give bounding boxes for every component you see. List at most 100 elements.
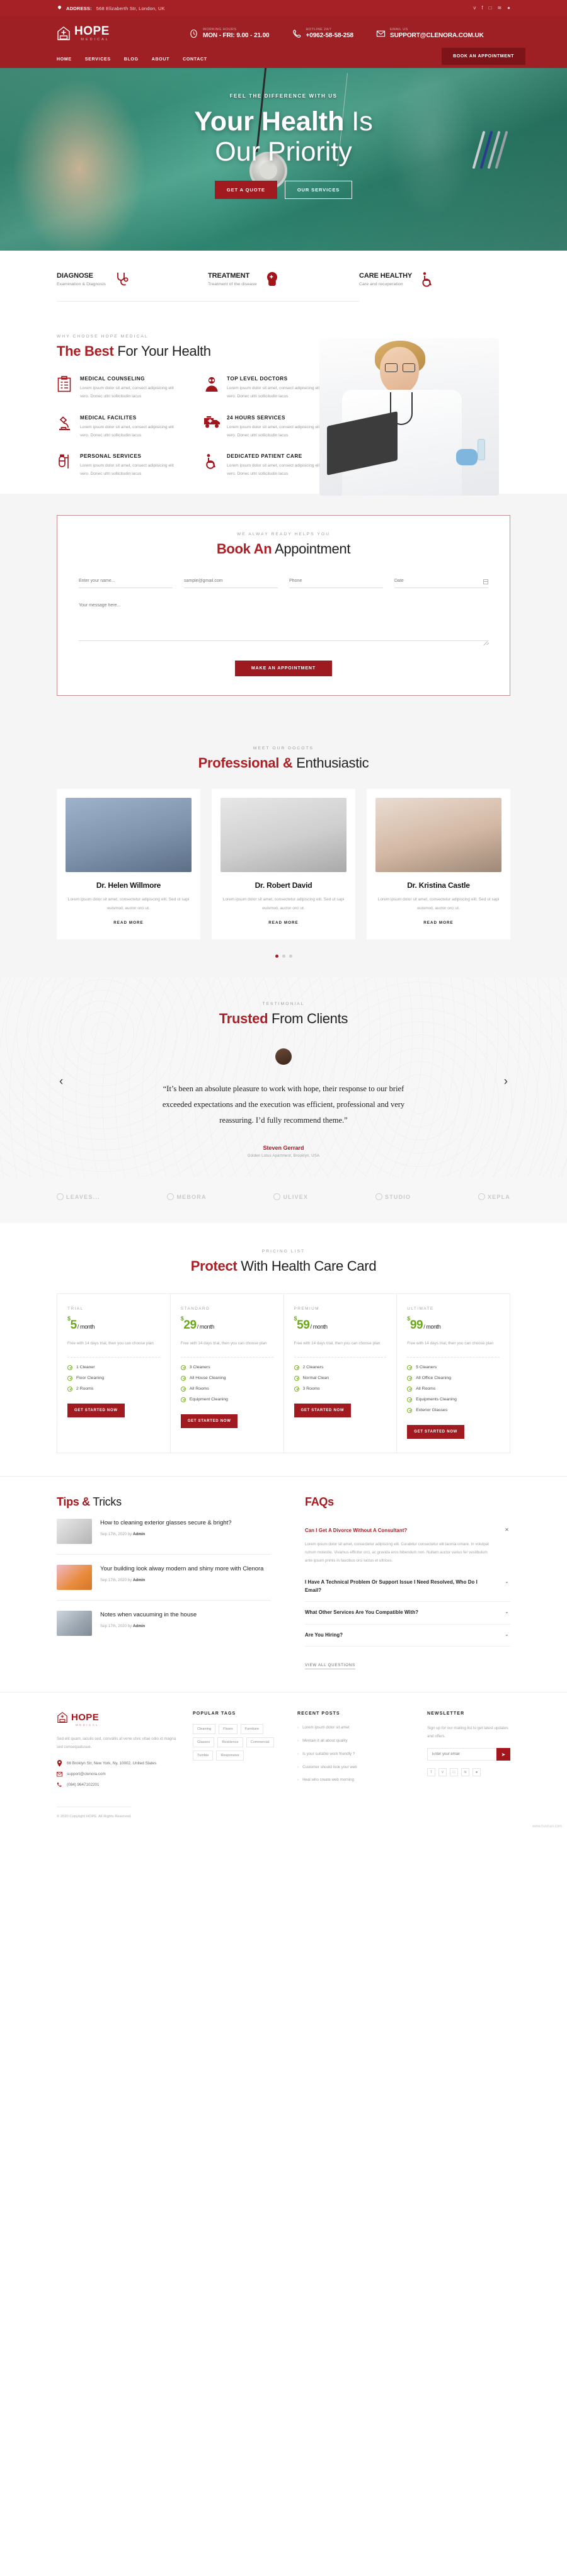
tag-item[interactable]: Furniture (240, 1724, 264, 1735)
facebook-icon[interactable]: f (481, 6, 483, 11)
chevron-down-icon[interactable]: ⌄ (503, 1579, 510, 1584)
price-period: / month (77, 1324, 95, 1331)
recent-post-item[interactable]: Heal who create web morning (297, 1776, 411, 1784)
tag-item[interactable]: Floors (219, 1724, 238, 1735)
brand-logo-mebora[interactable]: MEBORA (167, 1193, 206, 1201)
carousel-dot-3[interactable] (289, 955, 292, 958)
carousel-dot-2[interactable] (282, 955, 285, 958)
doctor-card[interactable]: Dr. Helen Willmore Lorem ipsum dolor sit… (57, 789, 200, 940)
doctor-card[interactable]: Dr. Kristina Castle Lorem ipsum dolor si… (367, 789, 510, 940)
footer-contact-email[interactable]: support@clenora.com (57, 1772, 176, 1777)
carousel-dot-1[interactable] (275, 955, 278, 958)
testimonial-prev-arrow[interactable]: ‹ (59, 1075, 63, 1089)
rss-icon[interactable]: ≋ (497, 6, 501, 11)
read-more-link[interactable]: READ MORE (268, 921, 298, 925)
get-a-quote-button[interactable]: GET A QUOTE (214, 181, 277, 200)
testimonial-next-arrow[interactable]: › (504, 1075, 508, 1089)
nav-item-blog[interactable]: BLOG (124, 54, 139, 65)
faq-item[interactable]: Are You Hiring? ⌄ (305, 1625, 510, 1647)
feature-treatment[interactable]: TREATMENT Treatment of the disease (208, 271, 359, 302)
why-item-medical-facilites[interactable]: MEDICAL FACILITES Lorem ipsum dolor sit … (57, 415, 181, 440)
read-more-link[interactable]: READ MORE (113, 921, 143, 925)
instagram-icon[interactable]: □ (450, 1768, 458, 1777)
footer-newsletter-column: NEWSLETTER Sign up for our mailing list … (427, 1711, 510, 1792)
rss-icon[interactable]: ≋ (461, 1768, 469, 1777)
nav-item-home[interactable]: HOME (57, 54, 72, 70)
blog-post-item[interactable]: How to cleaning exterior glasses secure … (57, 1509, 271, 1555)
nav-item-about[interactable]: ABOUT (152, 54, 169, 65)
feature-diagnose[interactable]: DIAGNOSE Examination & Diagnosis (57, 271, 208, 302)
main-nav[interactable]: HOME SERVICES BLOG ABOUT CONTACT (57, 50, 207, 70)
recent-post-item[interactable]: Is your suitable work friendly ? (297, 1750, 411, 1758)
doctors-section: MEET OUR DOCOTS Professional & Enthusias… (0, 725, 567, 977)
why-item-top-level-doctors[interactable]: TOP LEVEL DOCTORS Lorem ipsum dolor sit … (203, 376, 328, 401)
newsletter-email-input[interactable] (427, 1748, 496, 1761)
social-links[interactable]: ᴠ f □ ≋ ● (473, 6, 510, 11)
get-started-button[interactable]: GET STARTED NOW (294, 1403, 352, 1417)
make-appointment-button[interactable]: MAKE AN APPOINTMENT (234, 661, 333, 677)
tag-item[interactable]: Cleaning (193, 1724, 216, 1735)
tag-item[interactable]: Residence (217, 1737, 243, 1748)
header-info-hotline: HOTLINE 24/7 +0962-58-58-258 (292, 28, 353, 39)
recent-post-item[interactable]: Mentain it all about quality (297, 1737, 411, 1745)
twitter-icon[interactable]: ᴠ (473, 6, 476, 11)
nav-item-contact[interactable]: CONTACT (183, 54, 207, 65)
newsletter-submit-button[interactable]: ➤ (496, 1748, 510, 1761)
footer-social-links[interactable]: f ᴠ □ ≋ ● (427, 1768, 510, 1777)
date-input[interactable] (394, 576, 488, 589)
faq-question[interactable]: Are You Hiring? (305, 1631, 495, 1639)
tag-item[interactable]: Commercial (246, 1737, 274, 1748)
message-textarea[interactable] (79, 603, 488, 642)
twitter-icon[interactable]: ᴠ (438, 1768, 447, 1777)
resize-handle-icon[interactable] (482, 636, 488, 642)
footer-logo[interactable]: HOPE MEDICAL (57, 1711, 176, 1727)
dribbble-icon[interactable]: ● (507, 6, 510, 11)
brand-logo-studio[interactable]: STUDIO (375, 1193, 411, 1201)
feature-care-healthy[interactable]: CARE HEALTHY Care and recuperation (359, 271, 510, 302)
dribbble-icon[interactable]: ● (472, 1768, 481, 1777)
phone-input[interactable] (289, 576, 383, 589)
carousel-dots[interactable] (57, 955, 510, 958)
view-all-questions-link[interactable]: VIEW ALL QUESTIONS (305, 1663, 355, 1670)
book-appointment-button[interactable]: BOOK AN APPOINTMENT (442, 48, 525, 65)
brand-logo-ulivex[interactable]: ULIVEX (273, 1193, 308, 1201)
recent-post-item[interactable]: Lorem ipsum dolor sit amet (297, 1724, 411, 1732)
tag-item[interactable]: Responsive (216, 1750, 244, 1761)
chevron-down-icon[interactable]: ⌄ (503, 1609, 510, 1614)
blog-post-item[interactable]: Your building look alway modern and shin… (57, 1555, 271, 1601)
instagram-icon[interactable]: □ (489, 6, 492, 11)
faq-question[interactable]: I Have A Technical Problem Or Support Is… (305, 1579, 495, 1594)
chevron-down-icon[interactable]: ⌄ (503, 1631, 510, 1637)
brand-logo-xepla[interactable]: XEPLA (478, 1193, 510, 1201)
brand-logo-leaves[interactable]: LEAVES... (57, 1193, 100, 1201)
faq-item[interactable]: What Other Services Are You Compatible W… (305, 1602, 510, 1625)
get-started-button[interactable]: GET STARTED NOW (67, 1403, 125, 1417)
name-input[interactable] (79, 576, 173, 589)
nav-item-services[interactable]: SERVICES (85, 54, 111, 65)
faq-item[interactable]: I Have A Technical Problem Or Support Is… (305, 1572, 510, 1603)
close-icon[interactable]: ✕ (503, 1527, 510, 1533)
check-icon (407, 1375, 413, 1381)
our-services-button[interactable]: OUR SERVICES (284, 181, 353, 200)
faq-question[interactable]: Can I Get A Divorce Without A Consultant… (305, 1527, 495, 1535)
wheelchair-icon (203, 453, 220, 479)
logo[interactable]: HOPE MEDICAL (57, 25, 189, 42)
doctor-card[interactable]: Dr. Robert David Lorem ipsum dolor sit a… (212, 789, 355, 940)
why-item-dedicated-patient-care[interactable]: DEDICATED PATIENT CARE Lorem ipsum dolor… (203, 453, 328, 479)
blog-post-item[interactable]: Notes when vacuuming in the house Sep 17… (57, 1601, 271, 1646)
get-started-button[interactable]: GET STARTED NOW (180, 1414, 238, 1428)
get-started-button[interactable]: GET STARTED NOW (407, 1424, 464, 1439)
calendar-icon[interactable] (483, 579, 488, 585)
why-item-medical-counseling[interactable]: MEDICAL COUNSELING Lorem ipsum dolor sit… (57, 376, 181, 401)
why-item-24-hours-services[interactable]: 24 HOURS SERVICES Lorem ipsum dolor sit … (203, 415, 328, 440)
faq-item[interactable]: Can I Get A Divorce Without A Consultant… (305, 1520, 510, 1572)
facebook-icon[interactable]: f (427, 1768, 435, 1777)
recent-post-item[interactable]: Customer should look your web (297, 1764, 411, 1771)
email-input[interactable] (184, 576, 278, 589)
faq-question[interactable]: What Other Services Are You Compatible W… (305, 1609, 495, 1616)
why-item-personal-services[interactable]: PERSONAL SERVICES Lorem ipsum dolor sit … (57, 453, 181, 479)
footer-contact-phone[interactable]: (084) 9647102201 (57, 1782, 176, 1788)
tag-item[interactable]: Tumble (193, 1750, 214, 1761)
tag-item[interactable]: Glasses (193, 1737, 215, 1748)
read-more-link[interactable]: READ MORE (423, 921, 453, 925)
